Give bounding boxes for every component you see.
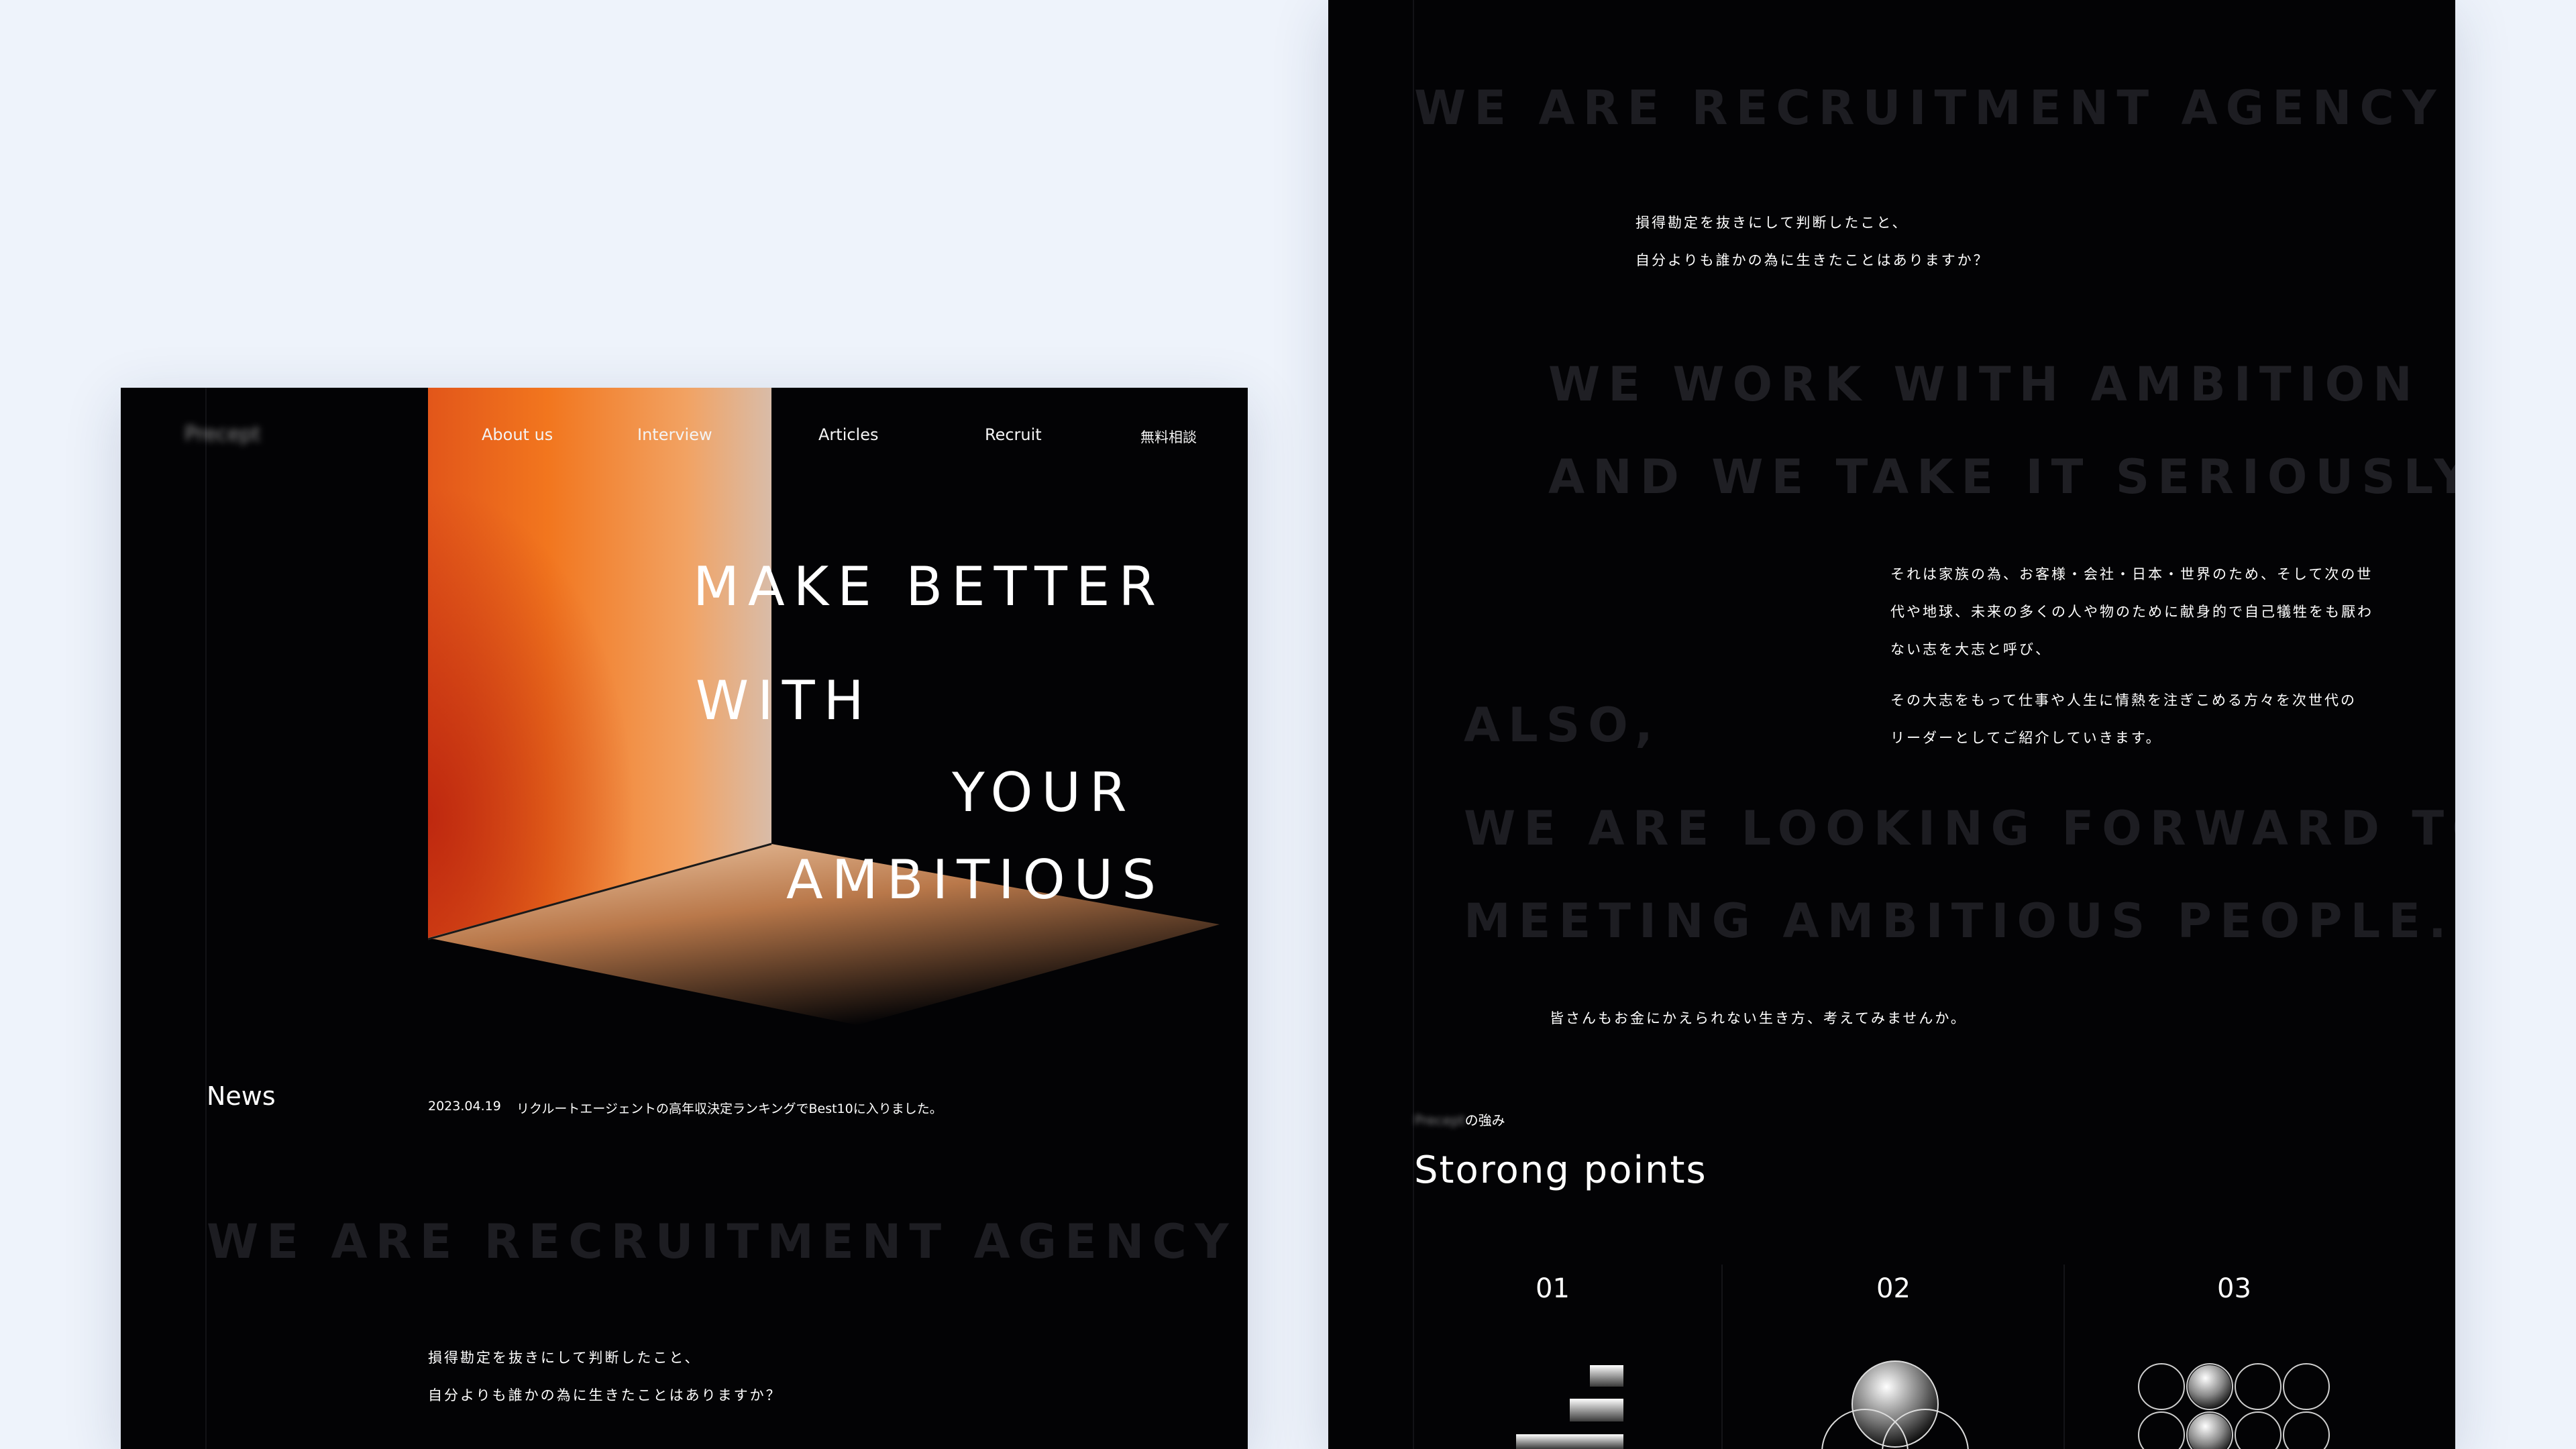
news-item-link[interactable]: リクルートエージェントの高年収決定ランキングでBest10に入りました。: [517, 1099, 943, 1117]
column-divider: [1721, 1265, 1723, 1449]
strong-points-suffix: の強み: [1464, 1112, 1505, 1128]
closing-text: 皆さんもお金にかえられない生き方、考えてみませんか。: [1550, 1010, 1967, 1026]
brand-name-blurred: Precept: [1414, 1112, 1465, 1128]
circle-grid-icon: [2138, 1363, 2330, 1449]
mission-text-line-4: その大志をもって仕事や人生に情熱を注ぎこめる方々を次世代の: [1890, 692, 2357, 708]
news-heading: News: [207, 1081, 276, 1111]
forward-heading-line-1: WE ARE LOOKING FORWARD TO: [1464, 801, 2455, 856]
intro-text-line-1: 損得勘定を抜きにして判断したこと、: [428, 1350, 701, 1366]
intro-text-line-2: 自分よりも誰かの為に生きたことはありますか？: [1635, 252, 1990, 268]
guide-line: [1413, 0, 1414, 1449]
hero-line-1: MAKE BETTER: [693, 555, 1165, 618]
nav-about[interactable]: About us: [482, 425, 553, 444]
intro-text-line-1: 損得勘定を抜きにして判断したこと、: [1635, 215, 1909, 231]
about-page-preview: WE ARE RECRUITMENT AGENCY 損得勘定を抜きにして判断した…: [1328, 0, 2455, 1449]
site-logo[interactable]: Precept: [184, 423, 260, 446]
ambition-heading-line-2: AND WE TAKE IT SERIOUSLY.: [1548, 449, 2455, 504]
home-page-preview: Precept About us Interview Articles Recr…: [121, 388, 1248, 1449]
steps-icon: [1516, 1365, 1623, 1449]
mission-text-line-3: ない志を大志と呼び、: [1890, 641, 2051, 657]
intro-text-line-2: 自分よりも誰かの為に生きたことはありますか？: [428, 1387, 782, 1403]
column-divider: [2063, 1265, 2065, 1449]
hero-line-3: YOUR: [952, 761, 1136, 824]
strong-points-title: Storong points: [1414, 1148, 1707, 1192]
also-heading: ALSO,: [1464, 698, 1661, 753]
agency-heading: WE ARE RECRUITMENT AGENCY: [1414, 80, 2445, 136]
ambition-heading-line-1: WE WORK WITH AMBITION: [1548, 357, 2420, 412]
forward-heading-line-2: MEETING AMBITIOUS PEOPLE.: [1464, 894, 2455, 949]
hero-line-2: WITH: [696, 669, 873, 732]
mission-text-line-5: リーダーとしてご紹介していきます。: [1890, 730, 2162, 746]
nav-consult[interactable]: 無料相談: [1140, 427, 1197, 447]
strong-points-label: Preceptの強み: [1414, 1110, 1505, 1129]
venn-circles-icon: [1821, 1360, 1969, 1449]
news-date: 2023.04.19: [428, 1099, 501, 1114]
point-number-1: 01: [1536, 1273, 1570, 1304]
guide-line: [205, 388, 207, 1449]
mission-text-line-2: 代や地球、未来の多くの人や物のために献身的で自己犠牲をも厭わ: [1890, 604, 2373, 620]
point-number-2: 02: [1876, 1273, 1911, 1304]
nav-interview[interactable]: Interview: [637, 425, 712, 444]
nav-recruit[interactable]: Recruit: [985, 425, 1042, 444]
hero-line-4: AMBITIOUS: [786, 849, 1165, 911]
mission-text-line-1: それは家族の為、お客様・会社・日本・世界のため、そして次の世: [1890, 566, 2373, 582]
hero-floor-graphic: [428, 843, 1220, 1025]
nav-articles[interactable]: Articles: [818, 425, 879, 444]
agency-heading: WE ARE RECRUITMENT AGENCY: [207, 1214, 1237, 1269]
point-number-3: 03: [2217, 1273, 2251, 1304]
